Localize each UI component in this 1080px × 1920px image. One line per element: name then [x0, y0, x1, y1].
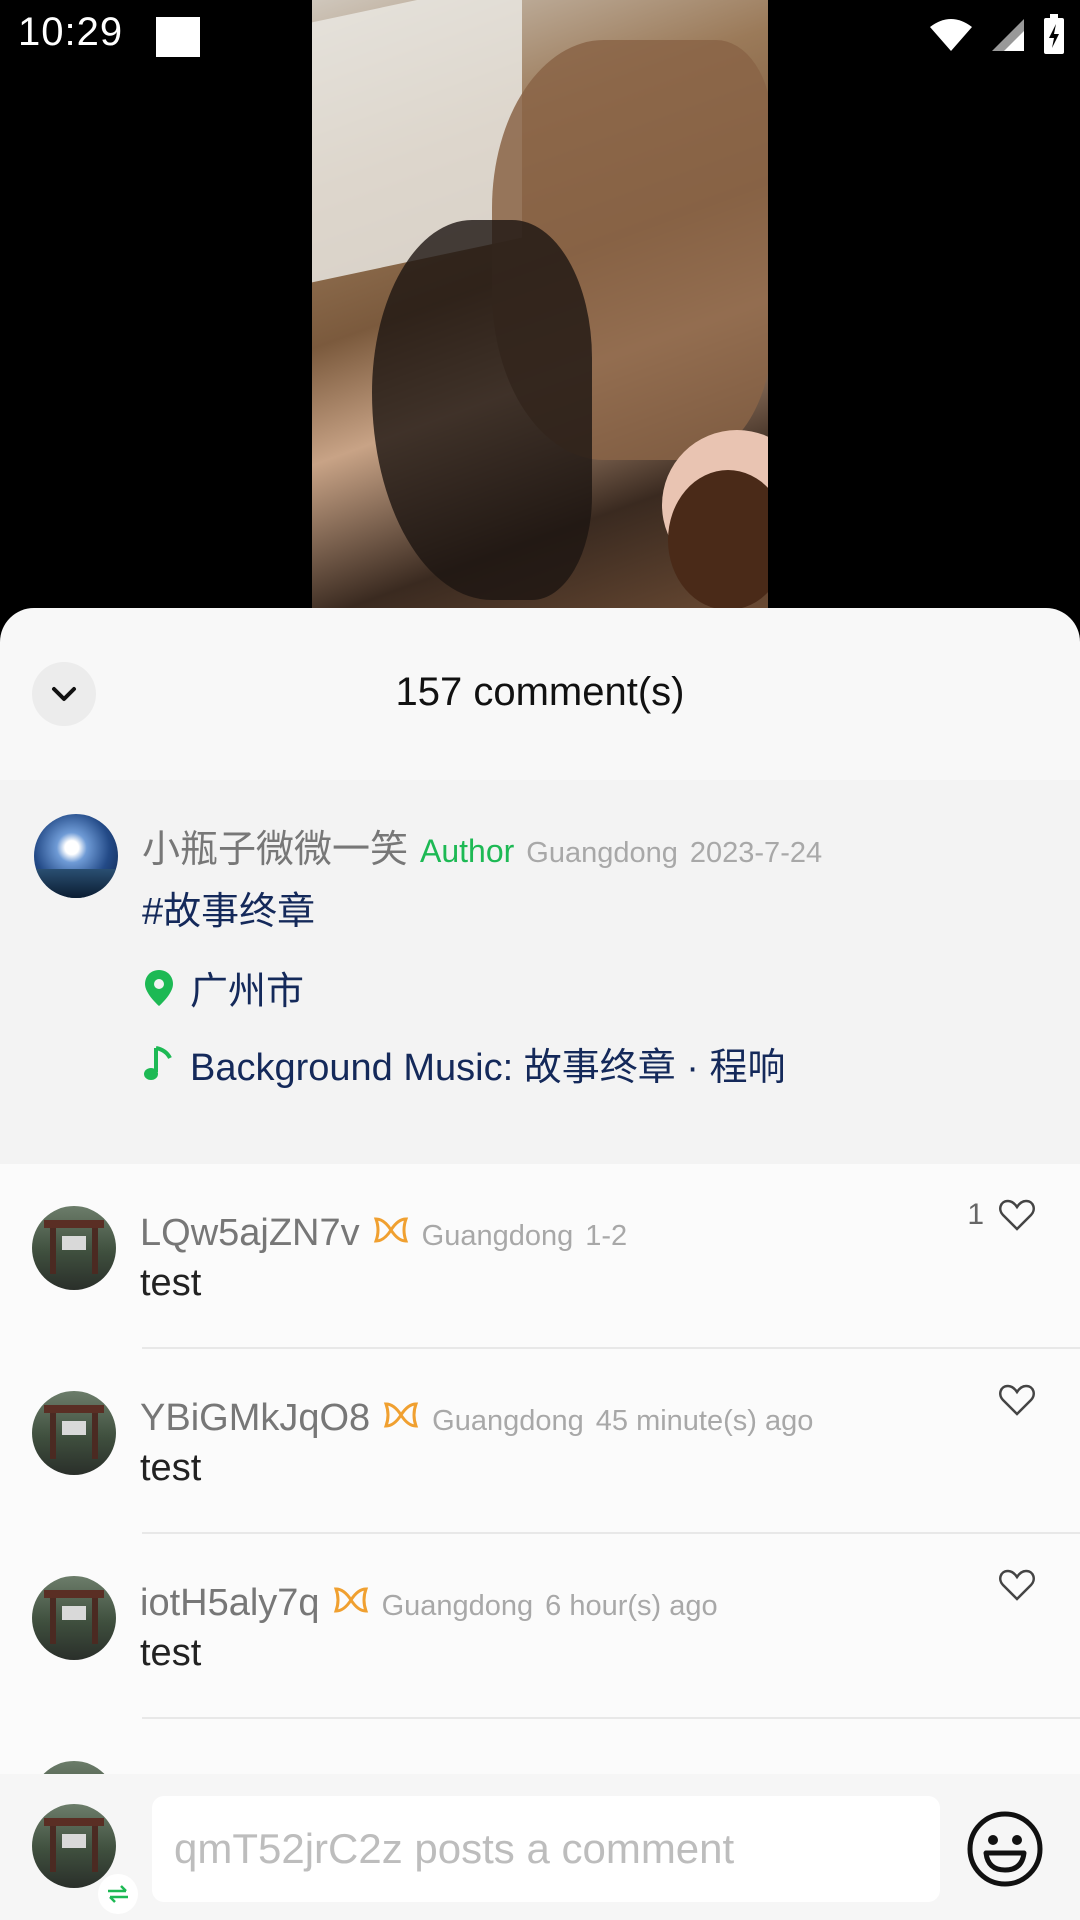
comment-input[interactable]: qmT52jrC2z posts a comment: [152, 1796, 940, 1902]
heart-icon: [999, 1569, 1035, 1601]
emoji-smile-icon: [967, 1811, 1043, 1887]
signal-icon: [992, 19, 1024, 51]
like-count: 1: [967, 1198, 984, 1231]
switch-account-icon: [108, 1885, 128, 1903]
comment-meta: LQw5ajZN7v Guangdong 1-2: [140, 1212, 627, 1255]
comment-username[interactable]: iotH5aly7q: [140, 1582, 320, 1625]
comment-count-title: 157 comment(s): [395, 670, 685, 714]
heart-icon: [999, 1199, 1035, 1231]
notification-square-icon: [156, 17, 200, 57]
ribbon-badge-icon: [373, 1217, 408, 1243]
author-region: Guangdong: [526, 837, 678, 869]
author-date: 2023-7-24: [689, 837, 823, 869]
author-post: 小瓶子微微一笑 Author Guangdong 2023-7-24 #故事终章…: [0, 780, 1080, 1164]
comment-item[interactable]: iotH5aly7q Guangdong 6 hour(s) ago test: [0, 1534, 1080, 1719]
comment-composer: qmT52jrC2z posts a comment: [0, 1774, 1080, 1920]
video-player[interactable]: [312, 0, 768, 610]
comment-list[interactable]: LQw5ajZN7v Guangdong 1-2 test 1 YBiGMkJq…: [0, 1164, 1080, 1774]
location-text: 广州市: [190, 971, 305, 1013]
comment-meta: iotH5aly7q Guangdong 6 hour(s) ago: [140, 1582, 718, 1625]
avatar[interactable]: [32, 1206, 116, 1290]
comment-region: Guangdong: [432, 1405, 584, 1437]
author-badge: Author: [420, 833, 515, 869]
location-pin-icon: [145, 969, 173, 1006]
avatar[interactable]: [32, 1761, 116, 1774]
comment-input-placeholder: qmT52jrC2z posts a comment: [174, 1825, 735, 1872]
emoji-button[interactable]: [966, 1810, 1044, 1888]
comments-sheet: 157 comment(s) 小瓶子微微一笑 Author Guangdong …: [0, 608, 1080, 1920]
like-button[interactable]: [984, 1568, 1036, 1602]
like-button[interactable]: 1: [967, 1198, 1036, 1232]
comment-text: test: [140, 1262, 202, 1304]
author-meta: 小瓶子微微一笑 Author Guangdong 2023-7-24: [142, 818, 822, 873]
comment-text: test: [140, 1632, 202, 1674]
hashtag-link[interactable]: #故事终章: [142, 880, 315, 935]
heart-icon: [999, 1384, 1035, 1416]
comment-text: test: [140, 1447, 202, 1489]
music-row[interactable]: Background Music: 故事终章 · 程响: [142, 1036, 785, 1091]
comment-item[interactable]: LQw5ajZN7v Guangdong 1-2 test 1: [0, 1164, 1080, 1349]
comment-item-partial[interactable]: [0, 1719, 1080, 1774]
comment-time: 6 hour(s) ago: [545, 1590, 718, 1622]
author-username[interactable]: 小瓶子微微一笑: [142, 818, 408, 873]
avatar[interactable]: [34, 814, 118, 898]
comment-region: Guangdong: [381, 1590, 534, 1622]
system-icons: [928, 14, 1066, 56]
music-note-icon: [144, 1045, 172, 1080]
comment-username[interactable]: YBiGMkJqO8: [140, 1397, 370, 1440]
battery-charging-icon: [1044, 14, 1064, 54]
ribbon-badge-icon: [384, 1402, 419, 1428]
ribbon-badge-icon: [333, 1587, 368, 1613]
status-time: 10:29: [18, 10, 124, 54]
comment-time: 1-2: [585, 1220, 628, 1252]
status-bar: 10:29: [0, 0, 1080, 76]
sheet-header: 157 comment(s): [0, 608, 1080, 780]
avatar[interactable]: [32, 1391, 116, 1475]
comment-meta: YBiGMkJqO8 Guangdong 45 minute(s) ago: [140, 1397, 813, 1440]
wifi-icon: [930, 19, 972, 51]
video-hair: [372, 220, 592, 600]
like-button[interactable]: [984, 1383, 1036, 1417]
music-text: Background Music: 故事终章 · 程响: [190, 1047, 786, 1089]
location-row[interactable]: 广州市: [142, 960, 304, 1015]
comment-region: Guangdong: [421, 1220, 574, 1252]
switch-account-button[interactable]: [98, 1874, 138, 1914]
my-avatar[interactable]: [32, 1804, 116, 1888]
avatar[interactable]: [32, 1576, 116, 1660]
comment-username[interactable]: LQw5ajZN7v: [140, 1212, 360, 1255]
comment-item[interactable]: YBiGMkJqO8 Guangdong 45 minute(s) ago te…: [0, 1349, 1080, 1534]
comment-time: 45 minute(s) ago: [595, 1405, 814, 1437]
